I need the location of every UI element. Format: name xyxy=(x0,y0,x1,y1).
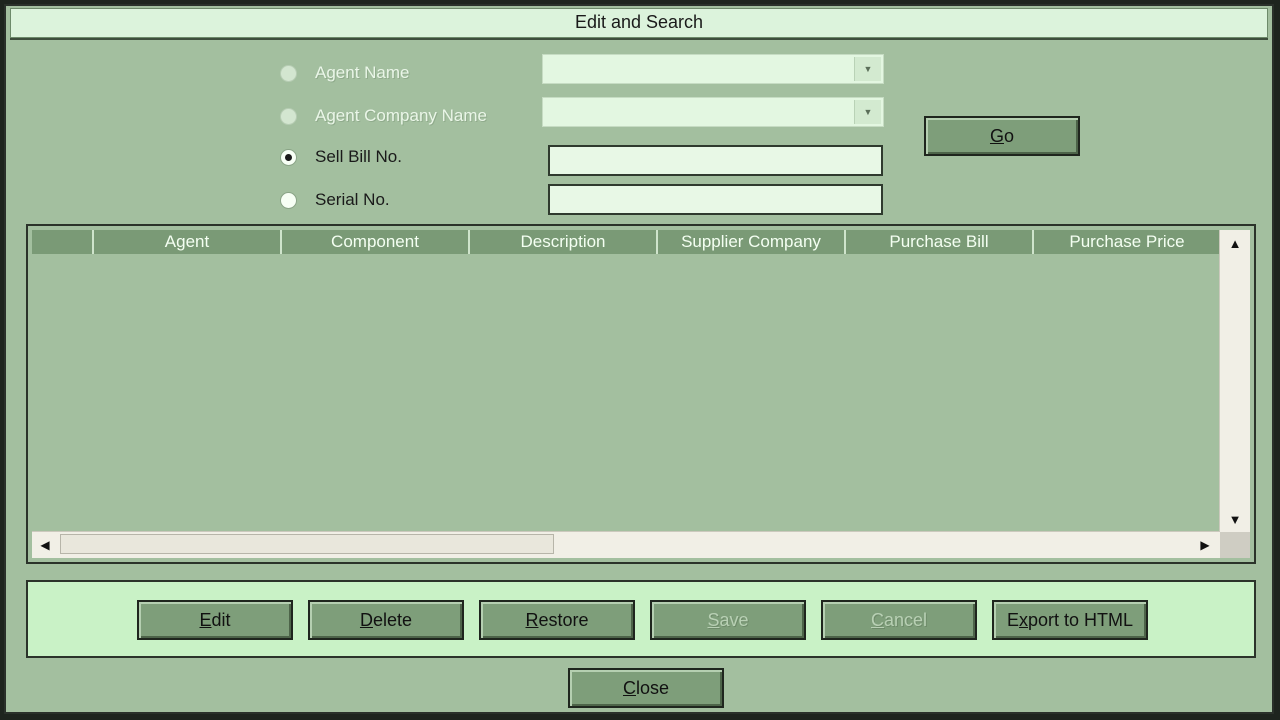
results-grid[interactable]: Agent Component Description Supplier Com… xyxy=(26,224,1256,564)
radio-label-agent-name: Agent Name xyxy=(315,63,410,82)
vertical-scrollbar[interactable]: ▲ ▼ xyxy=(1219,230,1250,532)
radio-button[interactable] xyxy=(280,107,297,125)
radio-agent-company-name[interactable]: Agent Company Name xyxy=(280,104,487,128)
horizontal-scroll-thumb[interactable] xyxy=(60,534,554,554)
column-header-purchase-price[interactable]: Purchase Price xyxy=(1034,230,1220,254)
grid-header: Agent Component Description Supplier Com… xyxy=(32,230,1220,254)
radio-button[interactable] xyxy=(280,64,297,82)
serial-no-input[interactable] xyxy=(548,184,883,215)
column-header-description[interactable]: Description xyxy=(470,230,658,254)
arrow-down-icon[interactable]: ▼ xyxy=(1220,506,1250,532)
export-to-html-button[interactable]: Ex port to HTML xyxy=(992,600,1148,640)
column-header-supplier-company[interactable]: Supplier Company xyxy=(658,230,846,254)
arrow-left-icon[interactable]: ◀ xyxy=(32,532,58,558)
column-header-purchase-bill[interactable]: Purchase Bill xyxy=(846,230,1034,254)
radio-button[interactable] xyxy=(280,191,297,209)
radio-button-selected[interactable] xyxy=(280,148,297,166)
radio-agent-name[interactable]: Agent Name xyxy=(280,61,410,85)
chevron-down-icon[interactable]: ▼ xyxy=(854,57,881,81)
edit-search-window: Edit and Search Agent Name ▼ Agent Compa… xyxy=(4,4,1274,714)
arrow-up-icon[interactable]: ▲ xyxy=(1220,230,1250,256)
column-header-agent[interactable]: Agent xyxy=(94,230,282,254)
go-button[interactable]: Go xyxy=(924,116,1080,156)
close-button[interactable]: Close xyxy=(568,668,724,708)
radio-dot-icon xyxy=(285,153,292,161)
delete-button[interactable]: Delete xyxy=(308,600,464,640)
radio-label-sell-bill-no: Sell Bill No. xyxy=(315,147,402,166)
radio-label-agent-company-name: Agent Company Name xyxy=(315,106,487,125)
agent-company-dropdown[interactable]: ▼ xyxy=(542,97,884,127)
edit-button[interactable]: Edit xyxy=(137,600,293,640)
window-title: Edit and Search xyxy=(10,8,1268,38)
action-panel: Edit Delete Restore Save Cancel Ex port t… xyxy=(26,580,1256,658)
radio-label-serial-no: Serial No. xyxy=(315,190,390,209)
column-header-selector[interactable] xyxy=(32,230,94,254)
chevron-down-icon[interactable]: ▼ xyxy=(854,100,881,124)
arrow-right-icon[interactable]: ▶ xyxy=(1192,532,1218,558)
column-header-component[interactable]: Component xyxy=(282,230,470,254)
cancel-button[interactable]: Cancel xyxy=(821,600,977,640)
horizontal-scrollbar[interactable]: ◀ ▶ xyxy=(32,531,1220,558)
sell-bill-no-input[interactable] xyxy=(548,145,883,176)
agent-name-dropdown[interactable]: ▼ xyxy=(542,54,884,84)
save-button[interactable]: Save xyxy=(650,600,806,640)
restore-button[interactable]: Restore xyxy=(479,600,635,640)
radio-sell-bill-no[interactable]: Sell Bill No. xyxy=(280,145,402,169)
scrollbar-corner xyxy=(1220,532,1250,558)
radio-serial-no[interactable]: Serial No. xyxy=(280,188,390,212)
grid-body: Agent Component Description Supplier Com… xyxy=(32,230,1250,558)
